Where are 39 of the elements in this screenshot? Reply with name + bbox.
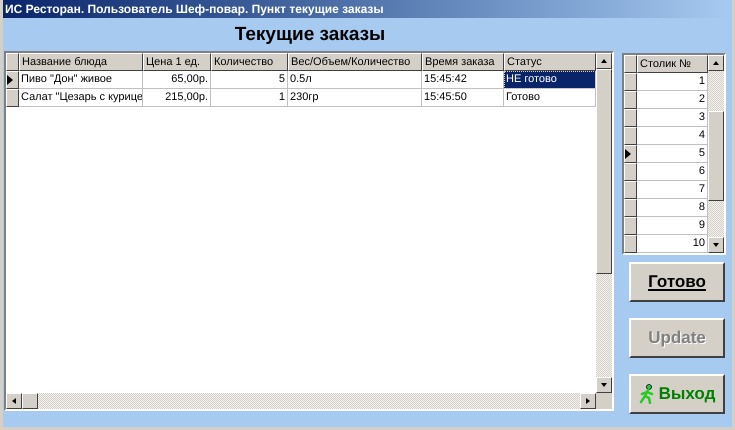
scroll-down-button[interactable] xyxy=(708,237,724,253)
column-header[interactable]: Название блюда xyxy=(19,53,143,71)
column-header[interactable]: Статус xyxy=(504,53,596,71)
row-pointer-icon xyxy=(7,75,13,85)
vertical-scrollbar[interactable] xyxy=(596,53,612,393)
table-cell: 215,00р. xyxy=(143,89,211,107)
column-header[interactable]: Столик № xyxy=(637,55,708,73)
column-header[interactable]: Цена 1 ед. xyxy=(143,53,211,71)
table-cell: 65,00р. xyxy=(143,71,211,89)
column-header[interactable]: Количество xyxy=(211,53,288,71)
scroll-right-button[interactable] xyxy=(580,393,596,409)
scroll-thumb[interactable] xyxy=(596,69,612,274)
scroll-up-button[interactable] xyxy=(596,53,612,69)
table-cell: 1 xyxy=(211,89,288,107)
triangle-arrow-icon xyxy=(712,59,720,67)
table-cell: 15:45:50 xyxy=(422,89,504,107)
scroll-thumb[interactable] xyxy=(22,393,38,409)
scroll-down-button[interactable] xyxy=(596,377,612,393)
triangle-arrow-icon xyxy=(600,57,608,65)
table-cell: 0.5л xyxy=(288,71,422,89)
window-title: ИС Ресторан. Пользователь Шеф-повар. Пункт текущие заказы xyxy=(5,3,384,15)
action-button[interactable]: Готово xyxy=(629,262,725,302)
scrollbar-corner xyxy=(596,393,612,409)
triangle-arrow-icon xyxy=(712,241,720,249)
running-man-icon xyxy=(638,384,655,404)
vertical-scrollbar[interactable] xyxy=(708,55,724,253)
scroll-thumb[interactable] xyxy=(708,111,724,201)
triangle-arrow-icon xyxy=(10,397,18,405)
horizontal-scrollbar[interactable] xyxy=(6,393,596,409)
column-header[interactable]: Вес/Объем/Количество xyxy=(288,53,422,71)
column-header[interactable]: Время заказа xyxy=(422,53,504,71)
table-cell: Пиво "Дон" живое xyxy=(19,71,143,89)
scroll-left-button[interactable] xyxy=(6,393,22,409)
table-cell: 5 xyxy=(211,71,288,89)
page-heading: Текущие заказы xyxy=(234,22,386,47)
row-pointer-icon xyxy=(625,149,631,159)
table-cell: 230гр xyxy=(288,89,422,107)
table-cell: НЕ готово xyxy=(504,71,596,89)
scroll-up-button[interactable] xyxy=(708,55,724,71)
